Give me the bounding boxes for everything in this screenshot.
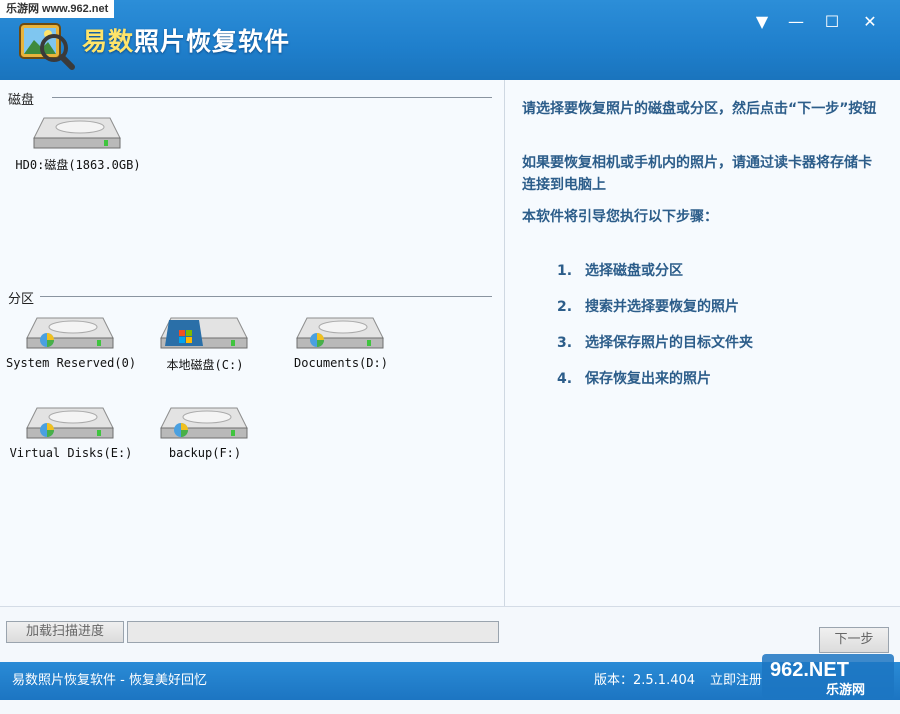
site-watermark-top: 乐游网 www.962.net	[0, 0, 115, 18]
register-link[interactable]: 立即注册	[710, 662, 762, 700]
step-number: 2.	[557, 299, 573, 315]
load-scan-progress-button[interactable]: 加载扫描进度	[6, 621, 124, 643]
next-button[interactable]: 下一步	[819, 627, 889, 653]
disk-item-hd0[interactable]: HD0:磁盘(1863.0GB)	[8, 108, 148, 180]
app-title: 易数照片恢复软件	[82, 22, 290, 58]
partition-item-d[interactable]: Documents(D:)	[276, 308, 406, 380]
step-item: 4. 保存恢复出来的照片	[557, 368, 753, 404]
watermark-logo-bottom: 乐游网	[826, 682, 865, 698]
maximize-button[interactable]: ☐	[818, 8, 846, 36]
minimize-button[interactable]: —	[782, 8, 810, 36]
partition-drive-icon	[160, 407, 248, 439]
watermark-logo-top: 962.NET	[770, 659, 849, 681]
partition-label: 本地磁盘(C:)	[166, 358, 244, 372]
scan-progress-bar	[127, 621, 499, 643]
instruction-select-drive: 请选择要恢复照片的磁盘或分区，然后点击“下一步”按钮	[522, 101, 877, 117]
step-number: 3.	[557, 335, 573, 351]
partition-drive-icon	[296, 317, 384, 349]
status-bar: 易数照片恢复软件 - 恢复美好回忆 版本：2.5.1.404 立即注册 962.…	[0, 654, 900, 700]
step-item: 1. 选择磁盘或分区	[557, 260, 753, 296]
step-item: 3. 选择保存照片的目标文件夹	[557, 332, 753, 368]
disk-group-divider	[52, 97, 492, 98]
partition-item-system-reserved[interactable]: System Reserved(0)	[6, 308, 136, 380]
menu-dropdown-button[interactable]: ▼	[748, 8, 776, 36]
status-slogan: 易数照片恢复软件 - 恢复美好回忆	[12, 673, 207, 688]
step-text: 保存恢复出来的照片	[585, 371, 711, 387]
partition-item-e[interactable]: Virtual Disks(E:)	[6, 398, 136, 470]
step-text: 搜索并选择要恢复的照片	[585, 299, 739, 315]
step-text: 选择保存照片的目标文件夹	[585, 335, 753, 351]
partition-label: backup(F:)	[168, 446, 242, 460]
title-bar: 易数照片恢复软件 ▼ — ☐ ✕	[0, 0, 900, 80]
site-watermark-logo: 962.NET 乐游网	[762, 654, 894, 698]
close-button[interactable]: ✕	[856, 8, 884, 36]
partition-item-f[interactable]: backup(F:)	[140, 398, 270, 470]
partition-label: System Reserved(0)	[6, 356, 137, 370]
steps-list: 1. 选择磁盘或分区 2. 搜索并选择要恢复的照片 3. 选择保存照片的目标文件夹 4…	[557, 260, 753, 404]
partition-drive-icon	[26, 407, 114, 439]
windows-system-drive-icon	[160, 317, 248, 349]
disk-group-label: 磁盘	[8, 93, 35, 108]
instruction-card-reader: 如果要恢复相机或手机内的照片，请通过读卡器将存储卡连接到电脑上	[522, 155, 872, 193]
partition-drive-icon	[26, 317, 114, 349]
step-text: 选择磁盘或分区	[585, 263, 683, 279]
partition-label: Documents(D:)	[294, 356, 388, 370]
step-number: 1.	[557, 263, 573, 279]
partition-item-c[interactable]: 本地磁盘(C:)	[140, 308, 270, 380]
partition-label: Virtual Disks(E:)	[9, 446, 133, 460]
disk-label: HD0:磁盘(1863.0GB)	[15, 158, 141, 172]
step-item: 2. 搜索并选择要恢复的照片	[557, 296, 753, 332]
instruction-steps-intro: 本软件将引导您执行以下步骤：	[522, 209, 718, 225]
hard-disk-icon	[33, 117, 121, 149]
step-number: 4.	[557, 371, 573, 387]
status-version: 版本：2.5.1.404	[594, 673, 696, 688]
app-title-first: 易数	[82, 27, 135, 56]
partition-group-label: 分区	[8, 292, 35, 307]
instruction-panel: 请选择要恢复照片的磁盘或分区，然后点击“下一步”按钮 如果要恢复相机或手机内的照…	[505, 80, 900, 606]
drive-selection-panel: 磁盘 HD0:磁盘(1863.0GB) 分区 System Reserved(0…	[0, 80, 505, 606]
app-title-rest: 照片恢复软件	[134, 27, 291, 56]
app-logo-icon	[14, 14, 76, 70]
partition-group-divider	[40, 296, 492, 297]
